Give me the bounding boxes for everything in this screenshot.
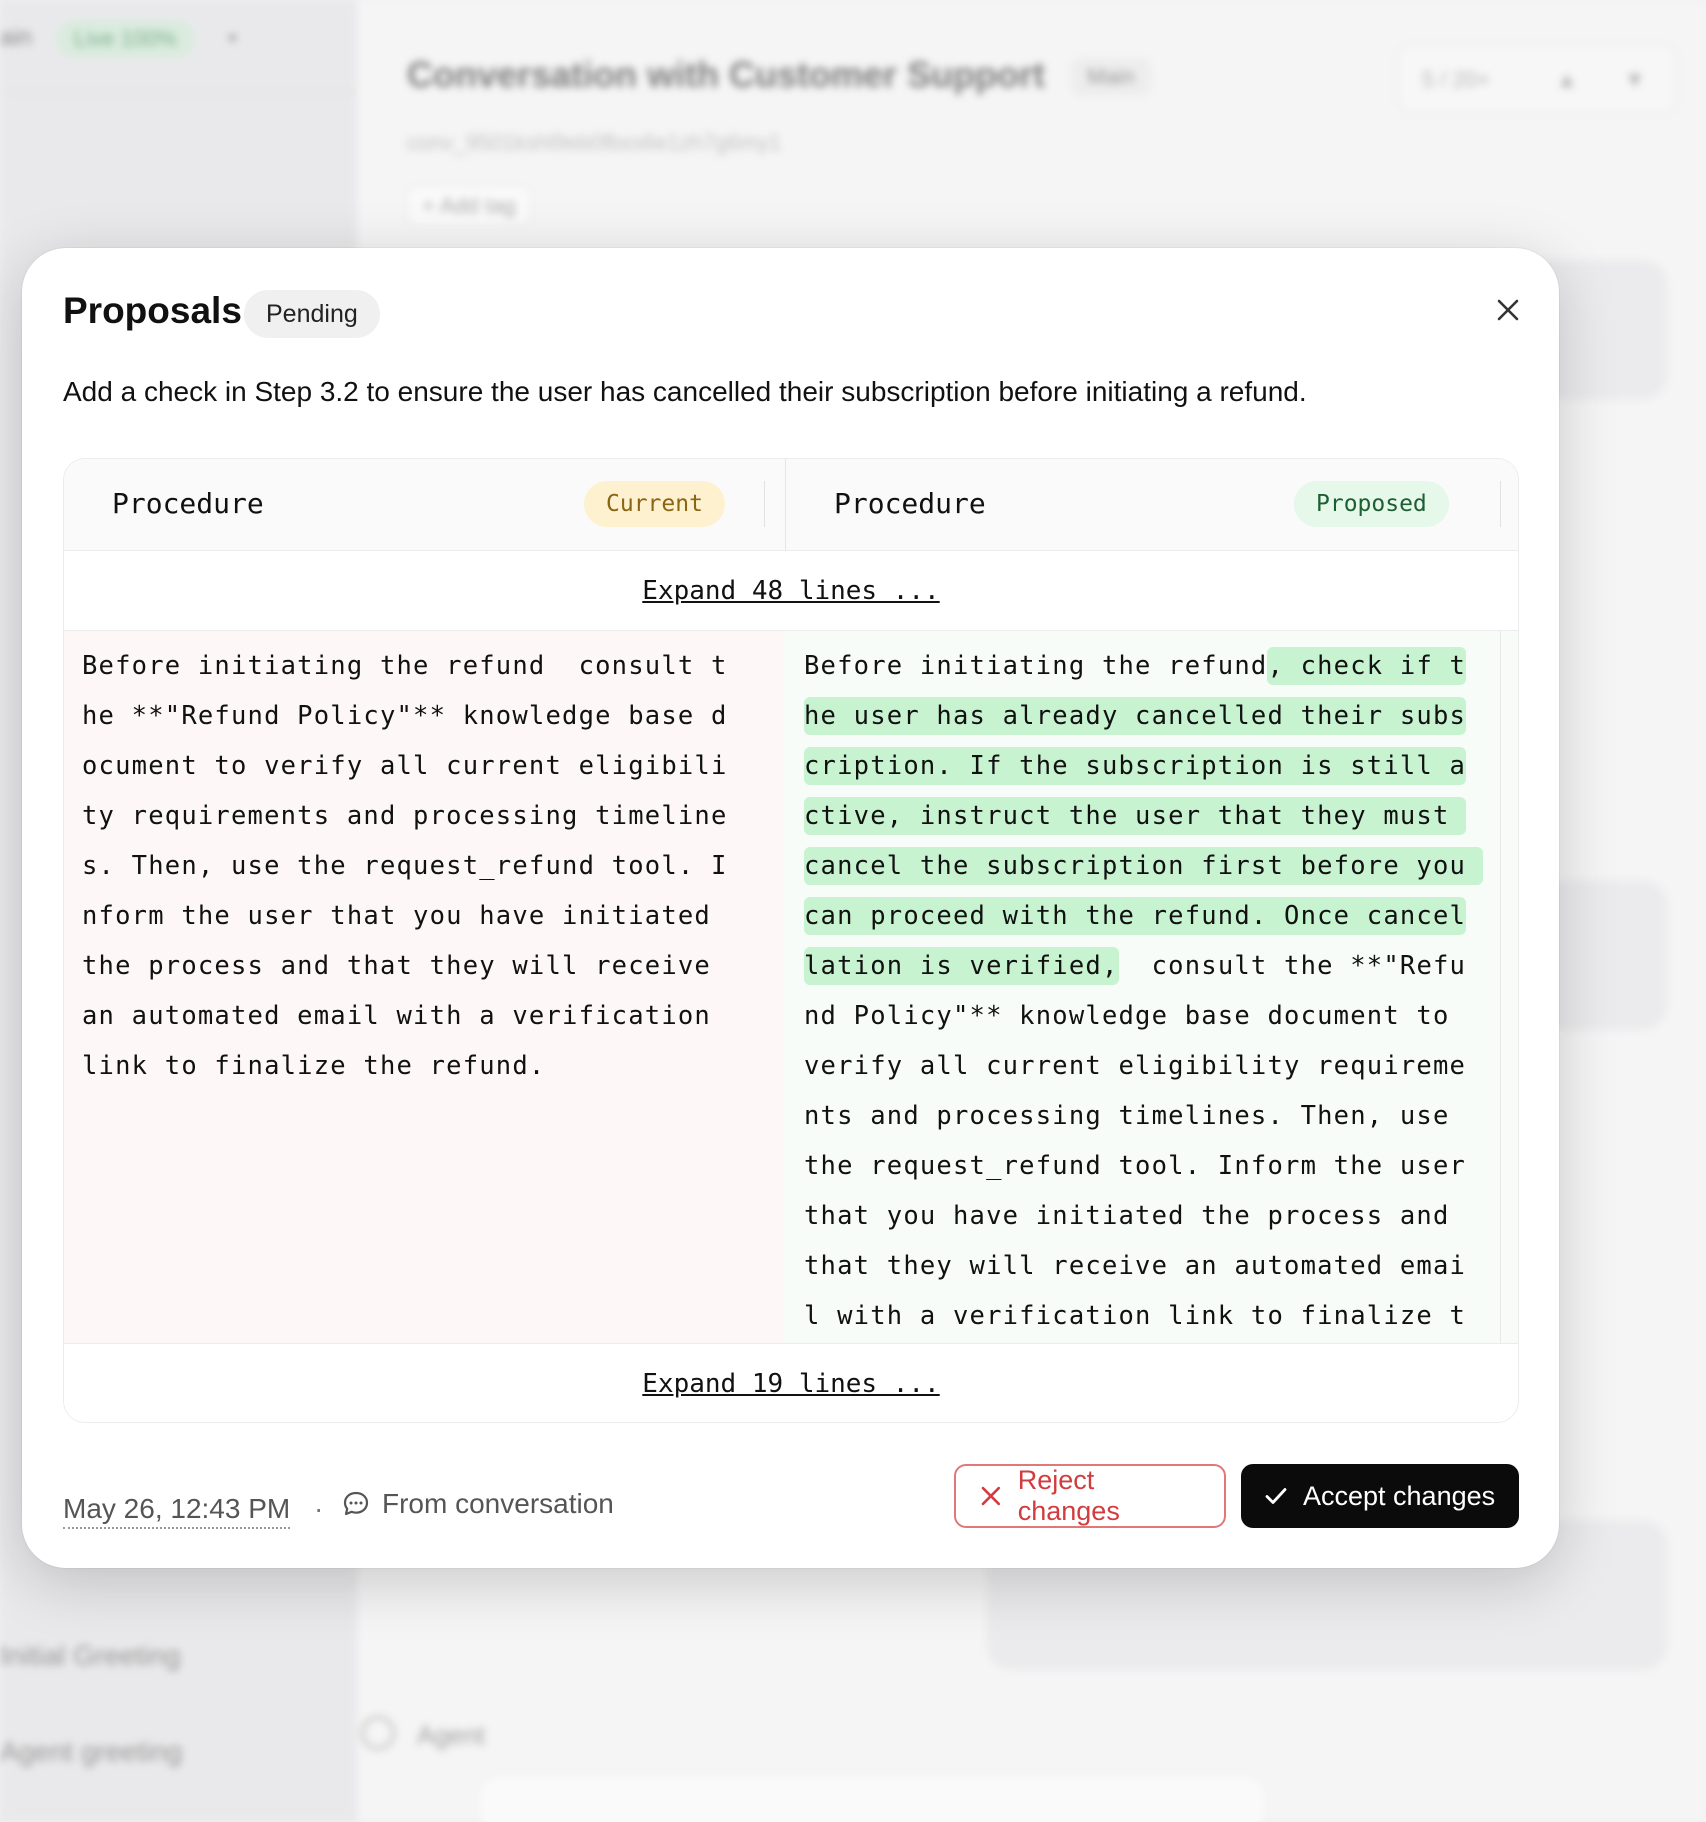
footer-separator: · xyxy=(314,1493,324,1524)
source-label: From conversation xyxy=(382,1488,614,1519)
unchanged-text: Before initiating the refund xyxy=(804,651,1268,681)
close-button[interactable] xyxy=(1488,290,1528,330)
pane-divider xyxy=(1500,631,1501,1343)
proposal-dialog: Proposals Pending Add a check in Step 3.… xyxy=(22,248,1559,1568)
accept-changes-button[interactable]: Accept changes xyxy=(1241,1464,1519,1528)
reject-label: Reject changes xyxy=(1017,1465,1120,1526)
proposed-tag: Proposed xyxy=(1294,481,1449,527)
current-column-header: Procedure Current xyxy=(64,459,784,551)
unchanged-text: consult the **"Refund Policy"** knowledg… xyxy=(804,951,1467,1381)
diff-viewer: Procedure Current Procedure Proposed Exp… xyxy=(63,458,1519,1423)
current-tag: Current xyxy=(584,481,725,527)
proposed-column-header: Procedure Proposed xyxy=(785,459,1518,551)
diff-header: Procedure Current Procedure Proposed xyxy=(64,459,1518,551)
expand-lines-bottom-button[interactable]: Expand 19 lines ... xyxy=(64,1343,1518,1422)
current-column-label: Procedure xyxy=(112,487,264,520)
x-icon xyxy=(981,1486,1001,1506)
accept-label: Accept changes xyxy=(1303,1480,1496,1511)
proposed-column-label: Procedure xyxy=(834,487,986,520)
current-procedure-text: Before initiating the refund consult the… xyxy=(82,651,728,1081)
proposed-procedure-text: Before initiating the refund, check if t… xyxy=(804,641,1483,1391)
dialog-title: Proposals xyxy=(63,290,242,331)
chat-bubble-icon xyxy=(343,1491,369,1516)
expand-lines-top-button[interactable]: Expand 48 lines ... xyxy=(64,551,1518,631)
inserted-text: , check if the user has already cancelle… xyxy=(804,647,1483,985)
proposal-summary: Add a check in Step 3.2 to ensure the us… xyxy=(63,376,1307,407)
check-icon xyxy=(1265,1488,1287,1504)
close-icon xyxy=(1497,299,1519,321)
proposal-timestamp[interactable]: May 26, 12:43 PM xyxy=(63,1493,291,1529)
source-link[interactable]: From conversation xyxy=(340,1488,614,1520)
header-separator xyxy=(1500,481,1501,527)
header-separator xyxy=(764,481,765,527)
reject-changes-button[interactable]: Reject changes xyxy=(954,1464,1226,1528)
current-text-pane: Before initiating the refund consult the… xyxy=(64,631,784,1343)
proposed-text-pane: Before initiating the refund, check if t… xyxy=(784,631,1518,1381)
status-badge: Pending xyxy=(244,290,380,338)
